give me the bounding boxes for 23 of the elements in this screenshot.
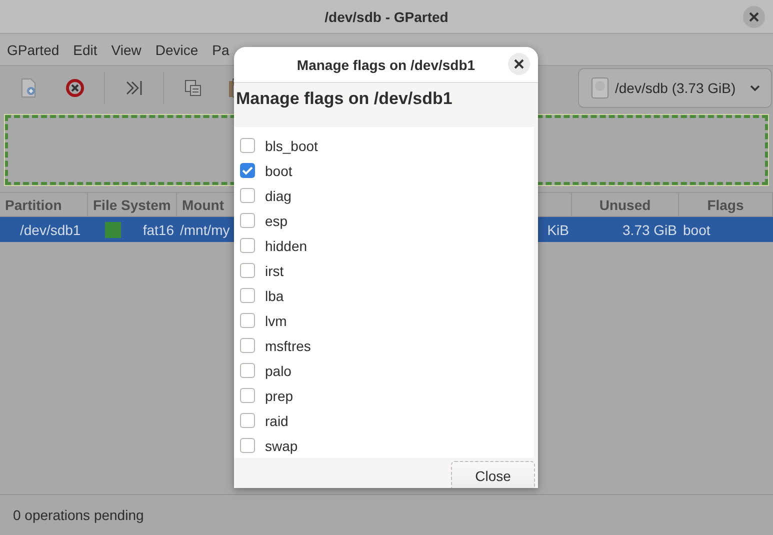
status-text: 0 operations pending bbox=[13, 507, 144, 523]
window-title: /dev/sdb - GParted bbox=[324, 8, 448, 24]
dialog-title: Manage flags on /dev/sdb1 bbox=[296, 56, 476, 72]
table-cell-text: 3.73 GiB bbox=[622, 222, 678, 238]
flag-label: raid bbox=[265, 412, 288, 428]
flag-label: hidden bbox=[265, 238, 308, 254]
flag-label: bls_boot bbox=[265, 138, 318, 154]
flag-label: diag bbox=[265, 188, 292, 204]
table-cell-text: boot bbox=[682, 222, 712, 238]
flag-label: irst bbox=[265, 262, 284, 278]
table-cell-text: KiB bbox=[546, 222, 570, 238]
dialog-heading: Manage flags on /dev/sdb1 bbox=[235, 88, 454, 110]
table-cell-text: /mnt/my bbox=[179, 222, 230, 238]
flag-label: msftres bbox=[265, 338, 311, 354]
flag-label: prep bbox=[265, 388, 294, 404]
flag-label: esp bbox=[265, 212, 288, 228]
flag-label: lba bbox=[265, 288, 284, 304]
flag-label: lvm bbox=[265, 312, 287, 328]
table-cell: fat16 bbox=[142, 222, 174, 238]
flag-label: boot bbox=[265, 162, 292, 178]
flag-label: palo bbox=[265, 362, 292, 378]
flag-label: swap bbox=[265, 438, 298, 454]
table-cell-text: /dev/sdb1 bbox=[19, 222, 82, 238]
